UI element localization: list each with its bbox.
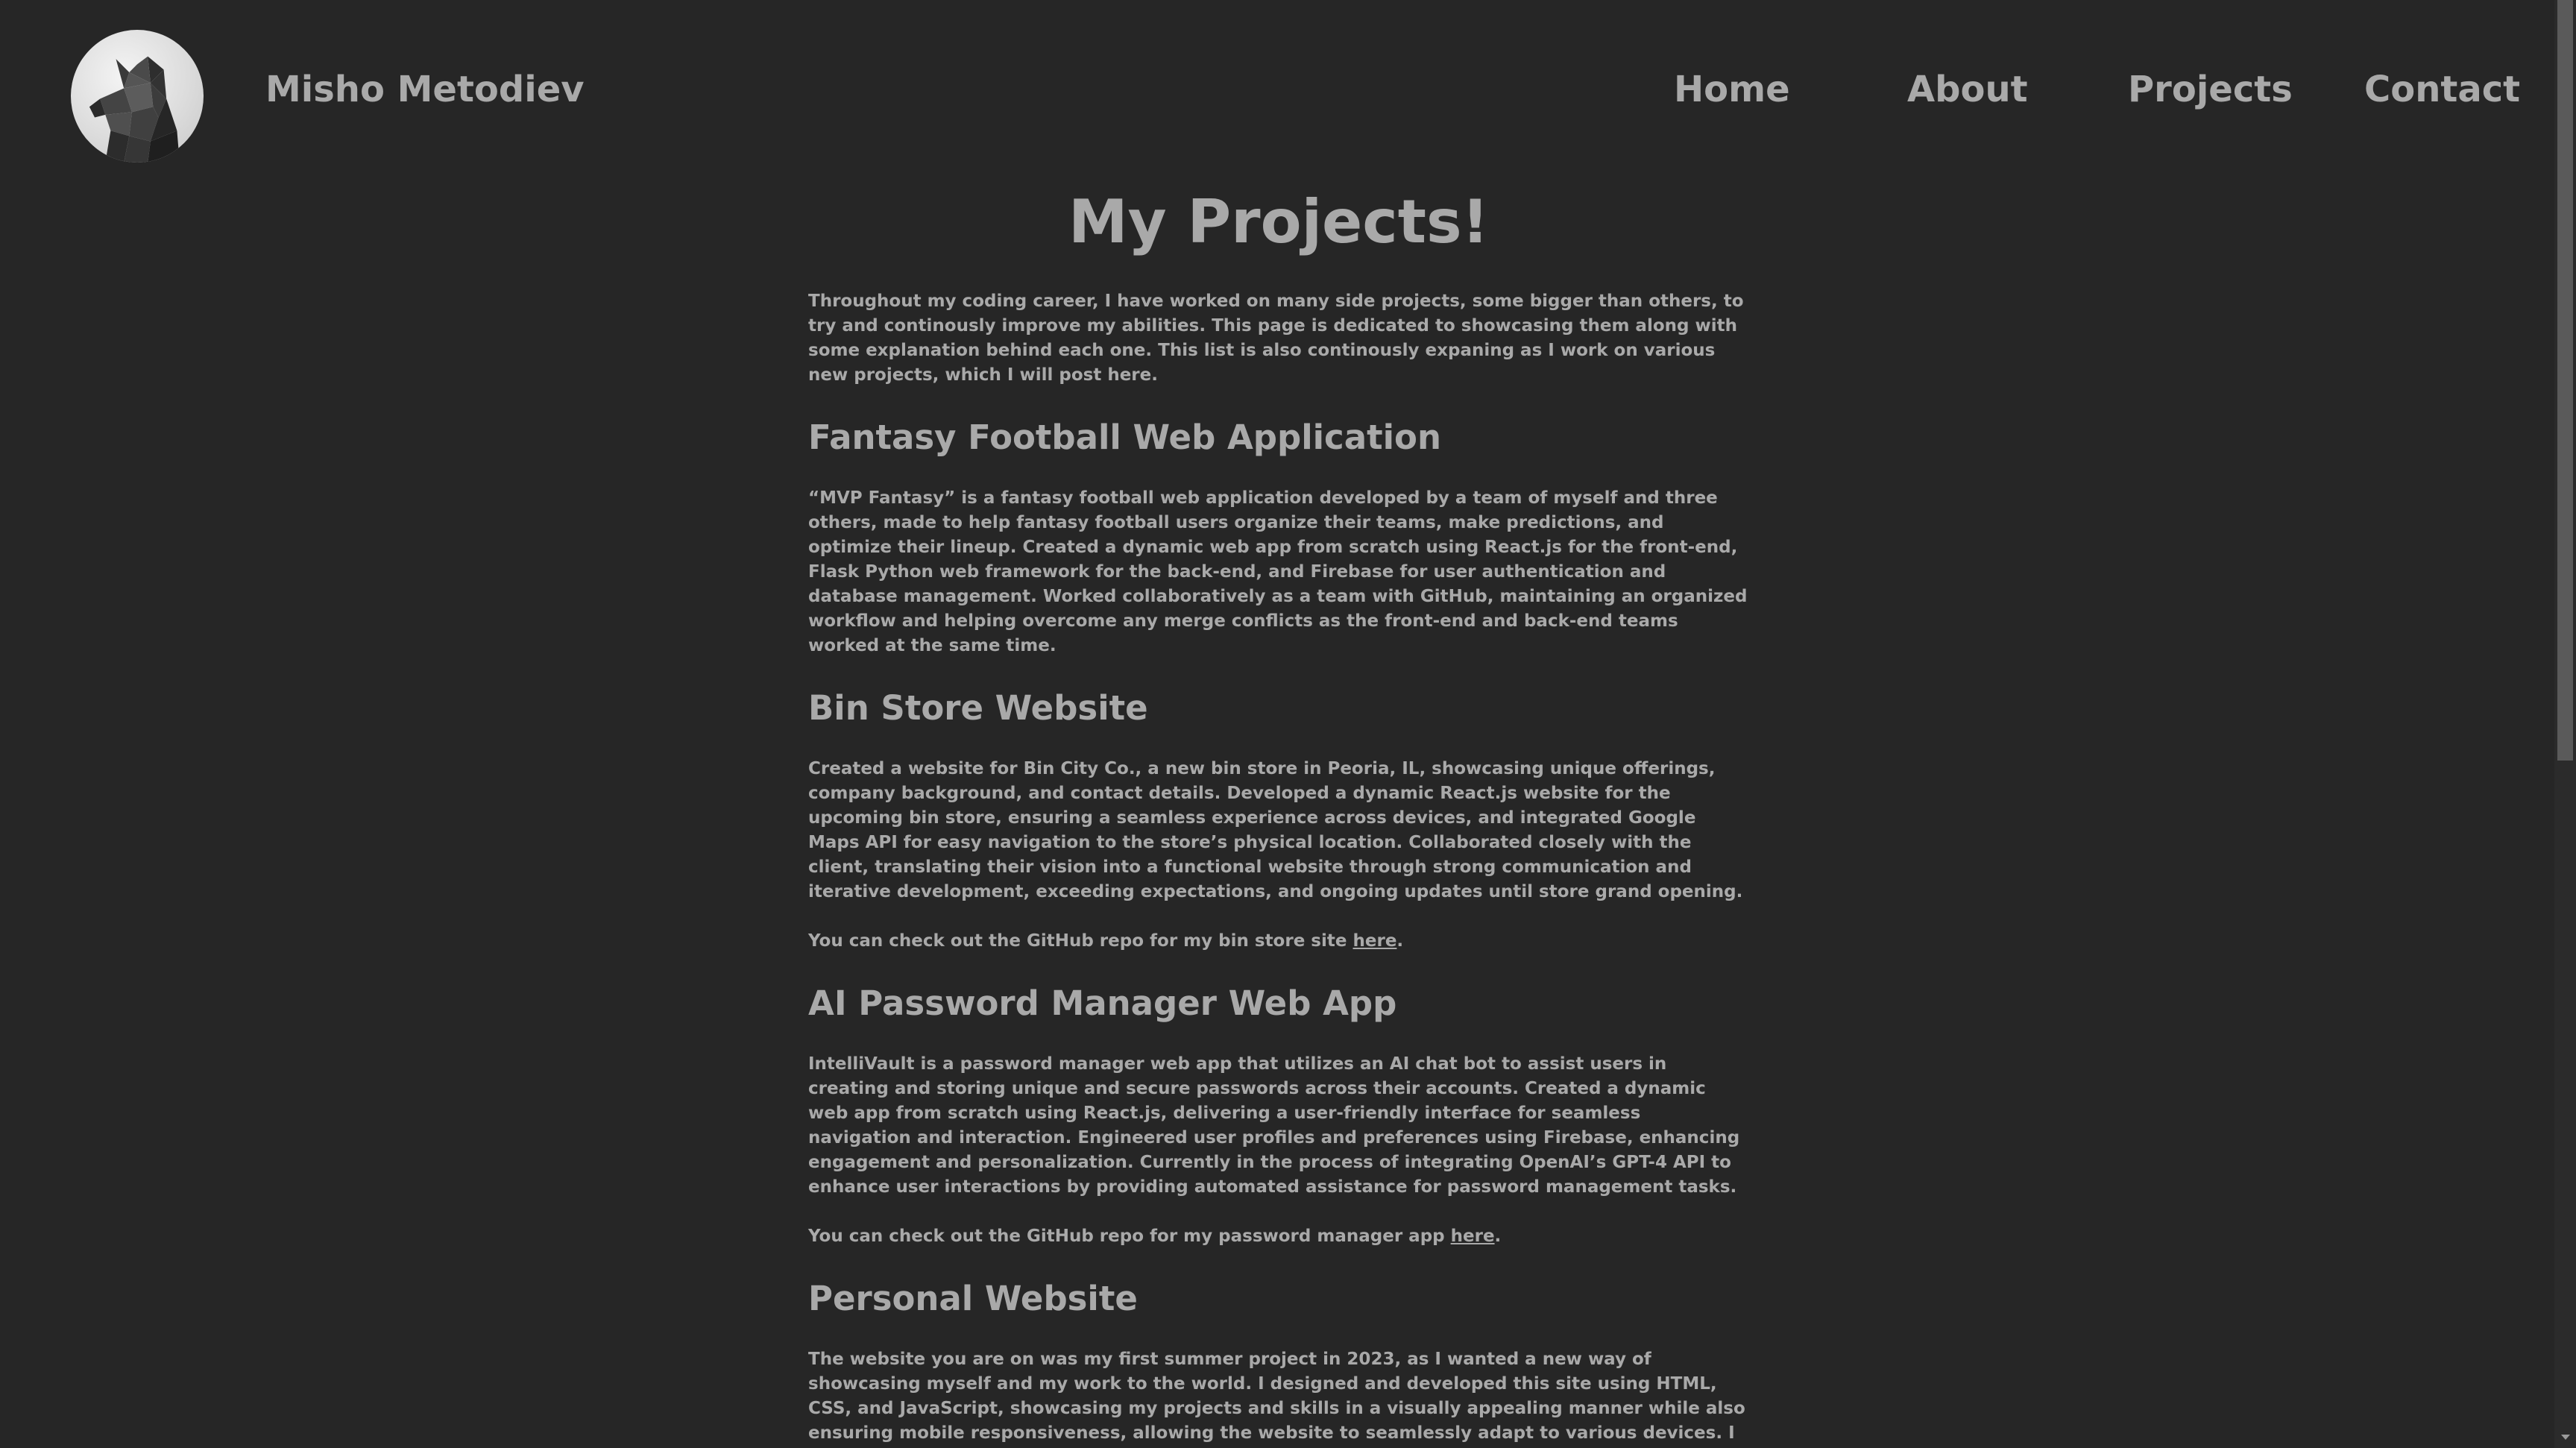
project-description-ai-password-manager: IntelliVault is a password manager web a… bbox=[808, 1054, 1740, 1197]
scroll-down-arrow-icon[interactable] bbox=[2554, 1430, 2576, 1444]
project-description-personal-website: The website you are on was my first summ… bbox=[808, 1350, 1745, 1443]
scrollbar-thumb[interactable] bbox=[2557, 0, 2573, 761]
project-title-bin-store: Bin Store Website bbox=[808, 688, 1148, 728]
nav-home[interactable]: Home bbox=[1674, 72, 1790, 107]
nav-projects[interactable]: Projects bbox=[2128, 72, 2293, 107]
nav-contact[interactable]: Contact bbox=[2364, 72, 2520, 107]
project-description-fantasy-football: “MVP Fantasy” is a fantasy football web … bbox=[808, 488, 1748, 655]
page: Misho Metodiev Home About Projects Conta… bbox=[0, 0, 2576, 1448]
project-description-bin-store: Created a website for Bin City Co., a ne… bbox=[808, 759, 1743, 901]
nav-about[interactable]: About bbox=[1907, 72, 2028, 107]
vertical-scrollbar[interactable] bbox=[2554, 0, 2576, 1448]
bin-store-repo-link[interactable]: here bbox=[1353, 931, 1397, 951]
bin-store-repo-line: You can check out the GitHub repo for my… bbox=[808, 929, 1749, 954]
password-manager-repo-line: You can check out the GitHub repo for my… bbox=[808, 1224, 1749, 1249]
projects-content: My Projects! Throughout my coding career… bbox=[808, 186, 1749, 1448]
password-manager-repo-text: You can check out the GitHub repo for my… bbox=[808, 1227, 1451, 1246]
project-title-fantasy-football: Fantasy Football Web Application bbox=[808, 418, 1441, 457]
bin-store-repo-text: You can check out the GitHub repo for my… bbox=[808, 931, 1353, 951]
password-manager-repo-link[interactable]: here bbox=[1451, 1227, 1495, 1246]
page-title: My Projects! bbox=[1068, 187, 1490, 256]
avatar-wolf-logo[interactable] bbox=[71, 30, 204, 163]
wolf-icon bbox=[89, 56, 180, 163]
project-title-personal-website: Personal Website bbox=[808, 1279, 1138, 1318]
bin-store-repo-end: . bbox=[1396, 931, 1404, 951]
project-title-ai-password-manager: AI Password Manager Web App bbox=[808, 983, 1397, 1023]
site-brand-name[interactable]: Misho Metodiev bbox=[265, 72, 585, 107]
password-manager-repo-end: . bbox=[1494, 1227, 1502, 1246]
intro-paragraph: Throughout my coding career, I have work… bbox=[808, 292, 1744, 385]
